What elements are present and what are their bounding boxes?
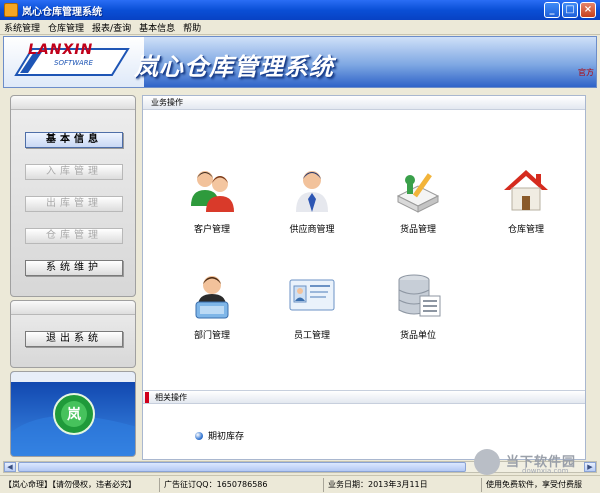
lanxin-emblem-icon: 岚: [11, 372, 135, 456]
svg-text:岚: 岚: [67, 406, 81, 423]
warehouse-icon: [504, 170, 548, 211]
op-goods[interactable]: 货品管理: [375, 166, 461, 235]
menu-bar: 系统管理 仓库管理 报表/查询 基本信息 帮助: [0, 20, 600, 35]
op-label: 客户管理: [193, 225, 230, 235]
sidebar-exit-group: 退出系统: [10, 300, 136, 368]
logo-subtext: SOFTWARE: [54, 59, 93, 67]
op-goods-unit[interactable]: 货品单位: [375, 272, 461, 341]
bullet-icon: [195, 431, 203, 440]
main-panel: 业务操作 客户管理 供应商管理 货品管理 仓库管理 部门管理 员工管理 货品单位…: [142, 95, 586, 460]
status-copyright: 【岚心命理】【请勿侵权，违者必究】: [0, 477, 160, 492]
section-marker: [145, 392, 149, 403]
op-department[interactable]: 部门管理: [169, 272, 255, 341]
sidebar: 基本信息 入库管理 出库管理 仓库管理 系统维护 退出系统 岚: [10, 95, 136, 457]
department-icon: [195, 276, 229, 319]
status-bar: 【岚心命理】【请勿侵权，违者必究】 广告征订QQ：1650786586 业务日期…: [0, 475, 600, 493]
sidebar-header: [11, 96, 135, 110]
nav-outbound-button[interactable]: 出库管理: [25, 196, 123, 212]
operations-grid: 客户管理 供应商管理 货品管理 仓库管理 部门管理 员工管理 货品单位: [143, 110, 585, 388]
op-label: 货品管理: [399, 225, 436, 235]
menu-help[interactable]: 帮助: [183, 21, 201, 34]
download-icon: [474, 449, 500, 475]
sidebar-header: [11, 301, 135, 315]
supplier-icon: [296, 171, 328, 212]
status-business-date: 业务日期：2013年3月11日: [324, 477, 482, 492]
op-employee[interactable]: 员工管理: [269, 272, 355, 341]
goods-icon: [396, 173, 440, 213]
maximize-button[interactable]: □: [562, 2, 578, 18]
menu-basic-info[interactable]: 基本信息: [139, 21, 175, 34]
scrollbar-thumb[interactable]: [18, 462, 466, 472]
official-link[interactable]: 官方: [578, 67, 594, 78]
related-section-header: 相关操作: [143, 390, 585, 404]
nav-basic-info-button[interactable]: 基本信息: [25, 132, 123, 148]
status-ad-qq: 广告征订QQ：1650786586: [160, 477, 324, 492]
system-title: 岚心仓库管理系统: [134, 52, 334, 81]
related-item-opening-stock[interactable]: 期初库存: [195, 429, 244, 442]
sidebar-decoration: 岚: [10, 371, 136, 457]
employee-card-icon: [289, 279, 335, 311]
logo-text: LANXIN: [28, 42, 94, 58]
exit-system-button[interactable]: 退出系统: [25, 331, 123, 347]
menu-reports[interactable]: 报表/查询: [92, 21, 131, 34]
menu-system[interactable]: 系统管理: [4, 21, 40, 34]
minimize-button[interactable]: _: [544, 2, 560, 18]
watermark-subtext: downxia.com: [522, 467, 569, 475]
op-label: 仓库管理: [507, 225, 544, 235]
section-title: 业务操作: [143, 96, 585, 110]
sidebar-nav-group: 基本信息 入库管理 出库管理 仓库管理 系统维护: [10, 95, 136, 297]
nav-maintenance-button[interactable]: 系统维护: [25, 260, 123, 276]
op-label: 部门管理: [193, 331, 230, 341]
close-button[interactable]: ×: [580, 2, 596, 18]
op-label: 员工管理: [293, 331, 330, 341]
related-title: 相关操作: [155, 393, 187, 402]
header-banner: LANXIN SOFTWARE 岚心仓库管理系统 官方: [3, 36, 597, 88]
op-warehouse[interactable]: 仓库管理: [483, 166, 569, 235]
database-icon: [398, 274, 441, 317]
window-controls: _ □ ×: [544, 2, 596, 18]
nav-inbound-button[interactable]: 入库管理: [25, 164, 123, 180]
related-item-label: 期初库存: [208, 432, 245, 442]
users-icon: [191, 171, 234, 212]
menu-warehouse[interactable]: 仓库管理: [48, 21, 84, 34]
title-bar: 岚心仓库管理系统 _ □ ×: [0, 0, 600, 20]
status-free-software: 使用免费软件，享受付费服: [486, 479, 582, 489]
op-label: 供应商管理: [289, 225, 335, 235]
op-customer[interactable]: 客户管理: [169, 166, 255, 235]
window-title: 岚心仓库管理系统: [22, 6, 102, 18]
op-supplier[interactable]: 供应商管理: [269, 166, 355, 235]
app-icon: [4, 3, 18, 17]
nav-warehouse-button[interactable]: 仓库管理: [25, 228, 123, 244]
op-label: 货品单位: [399, 331, 436, 341]
scroll-left-arrow-icon[interactable]: ◀: [4, 462, 16, 472]
